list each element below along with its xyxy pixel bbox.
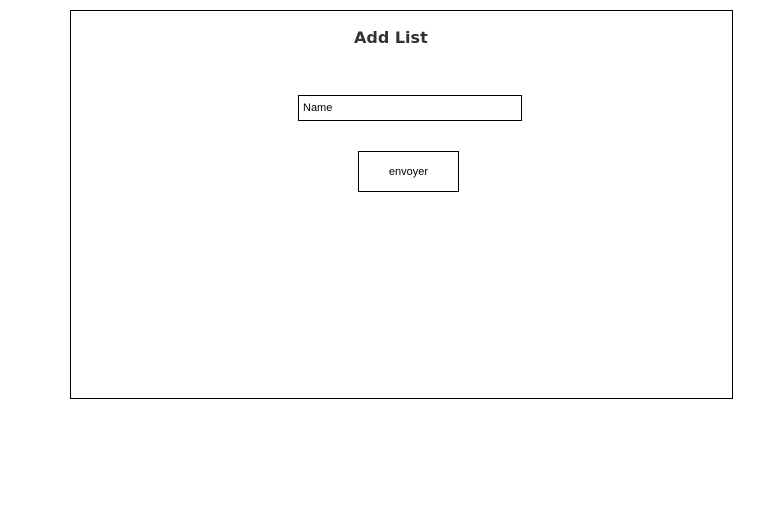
submit-button[interactable]: envoyer	[358, 151, 459, 192]
add-list-panel: Add List envoyer	[70, 10, 733, 399]
name-input[interactable]	[298, 95, 522, 121]
page-title: Add List	[354, 28, 428, 47]
